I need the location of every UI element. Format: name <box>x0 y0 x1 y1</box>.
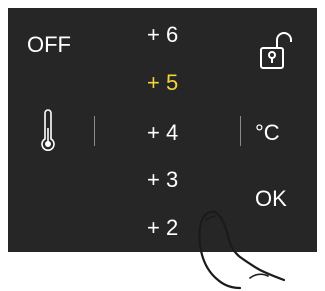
level-plus-4[interactable]: + 4 <box>147 120 178 146</box>
thermometer-icon <box>41 109 55 151</box>
power-off-button[interactable]: OFF <box>27 32 71 58</box>
level-plus-2[interactable]: + 2 <box>147 215 178 241</box>
level-plus-3[interactable]: + 3 <box>147 167 178 193</box>
finger-swipe-icon <box>198 210 286 290</box>
unlocked-padlock-icon <box>260 32 292 69</box>
left-divider <box>94 116 95 146</box>
unit-label: °C <box>255 120 280 145</box>
level-plus-6[interactable]: + 6 <box>147 22 178 48</box>
unlock-button[interactable] <box>258 30 292 72</box>
right-divider <box>240 116 241 146</box>
level-plus-5-selected[interactable]: + 5 <box>147 70 178 96</box>
